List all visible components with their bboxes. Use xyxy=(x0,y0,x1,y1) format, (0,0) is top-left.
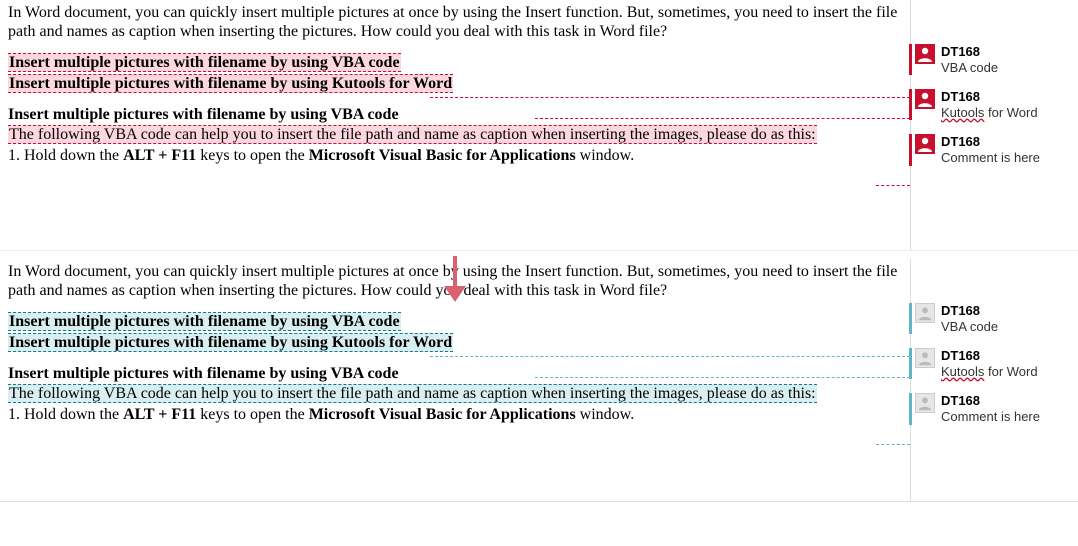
description: The following VBA code can help you to i… xyxy=(8,126,902,145)
step-1: 1. Hold down the ALT + F11 keys to open … xyxy=(8,406,902,425)
comment-leader xyxy=(430,97,910,98)
comment-leader xyxy=(430,356,910,357)
avatar-icon xyxy=(915,348,935,368)
comments-pane-bottom: DT168 VBA code DT168 Kutools for Word DT… xyxy=(910,259,1078,501)
before-panel: In Word document, you can quickly insert… xyxy=(0,0,1078,250)
comment-author: DT168 xyxy=(941,44,998,60)
highlighted-text: Insert multiple pictures with filename b… xyxy=(8,53,401,72)
comment-body: DT168 VBA code xyxy=(941,44,998,75)
after-panel: In Word document, you can quickly insert… xyxy=(0,250,1078,502)
section-heading: Insert multiple pictures with filename b… xyxy=(8,365,902,384)
comment-item[interactable]: DT168 VBA code xyxy=(915,44,1074,75)
highlighted-text: The following VBA code can help you to i… xyxy=(8,125,817,144)
comment-item[interactable]: DT168 Kutools for Word xyxy=(915,348,1074,379)
comment-author: DT168 xyxy=(941,89,1038,105)
comment-leader xyxy=(535,118,910,119)
comment-author: DT168 xyxy=(941,134,1040,150)
step-app: Microsoft Visual Basic for Applications xyxy=(309,147,576,164)
comment-text-suffix: for Word xyxy=(984,364,1037,379)
comment-item[interactable]: DT168 Comment is here xyxy=(915,393,1074,424)
highlighted-text: Insert multiple pictures with filename b… xyxy=(8,333,453,352)
avatar-icon xyxy=(915,134,935,154)
comment-leader xyxy=(535,377,910,378)
comment-author: DT168 xyxy=(941,393,1040,409)
step-keys: ALT + F11 xyxy=(123,406,196,423)
comments-pane-top: DT168 VBA code DT168 Kutools for Word DT… xyxy=(910,0,1078,250)
step-1: 1. Hold down the ALT + F11 keys to open … xyxy=(8,147,902,166)
step-prefix: 1. Hold down the xyxy=(8,147,123,164)
link-kutools[interactable]: Insert multiple pictures with filename b… xyxy=(8,334,902,353)
comment-item[interactable]: DT168 VBA code xyxy=(915,303,1074,334)
comment-leader xyxy=(876,185,910,186)
comment-text: Kutools for Word xyxy=(941,364,1038,380)
down-arrow-icon xyxy=(440,254,470,307)
comment-item[interactable]: DT168 Kutools for Word xyxy=(915,89,1074,120)
step-prefix: 1. Hold down the xyxy=(8,406,123,423)
step-suffix: window. xyxy=(576,147,635,164)
highlighted-text: Insert multiple pictures with filename b… xyxy=(8,312,401,331)
link-vba[interactable]: Insert multiple pictures with filename b… xyxy=(8,54,902,73)
comment-leader xyxy=(876,444,910,445)
comment-author: DT168 xyxy=(941,303,998,319)
step-mid: keys to open the xyxy=(196,406,308,423)
spellcheck-word: Kutools xyxy=(941,364,984,379)
avatar-icon xyxy=(915,393,935,413)
comment-body: DT168 Kutools for Word xyxy=(941,89,1038,120)
highlighted-text: Insert multiple pictures with filename b… xyxy=(8,74,453,93)
section-heading: Insert multiple pictures with filename b… xyxy=(8,106,902,125)
step-mid: keys to open the xyxy=(196,147,308,164)
comment-text: Kutools for Word xyxy=(941,105,1038,121)
comment-item[interactable]: DT168 Comment is here xyxy=(915,134,1074,165)
description: The following VBA code can help you to i… xyxy=(8,385,902,404)
comment-text: Comment is here xyxy=(941,150,1040,166)
highlighted-text: The following VBA code can help you to i… xyxy=(8,384,817,403)
step-app: Microsoft Visual Basic for Applications xyxy=(309,406,576,423)
step-suffix: window. xyxy=(576,406,635,423)
avatar-icon xyxy=(915,303,935,323)
spellcheck-word: Kutools xyxy=(941,105,984,120)
intro-paragraph: In Word document, you can quickly insert… xyxy=(8,4,902,42)
comment-body: DT168 Comment is here xyxy=(941,134,1040,165)
comment-text: Comment is here xyxy=(941,409,1040,425)
avatar-icon xyxy=(915,89,935,109)
comment-body: DT168 Kutools for Word xyxy=(941,348,1038,379)
comment-text: VBA code xyxy=(941,319,998,335)
link-kutools[interactable]: Insert multiple pictures with filename b… xyxy=(8,75,902,94)
comment-body: DT168 VBA code xyxy=(941,303,998,334)
comment-body: DT168 Comment is here xyxy=(941,393,1040,424)
step-keys: ALT + F11 xyxy=(123,147,196,164)
link-vba[interactable]: Insert multiple pictures with filename b… xyxy=(8,313,902,332)
comment-text-suffix: for Word xyxy=(984,105,1037,120)
comment-author: DT168 xyxy=(941,348,1038,364)
document-area-top: In Word document, you can quickly insert… xyxy=(0,0,910,250)
comment-text: VBA code xyxy=(941,60,998,76)
avatar-icon xyxy=(915,44,935,64)
